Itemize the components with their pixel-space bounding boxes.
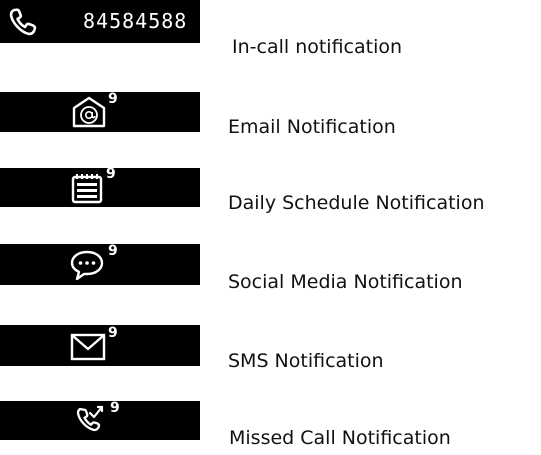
incall-screen: 84584588 [0, 0, 200, 43]
email-at-icon [71, 95, 107, 129]
notification-row-missed-call: 9 Missed Call Notification [0, 392, 541, 450]
calendar-icon [69, 171, 105, 205]
missed-call-icon [74, 403, 108, 435]
caption-social: Social Media Notification [228, 271, 463, 293]
notification-row-schedule: 9 Daily Schedule Notification [0, 159, 541, 217]
schedule-badge: 9 [106, 166, 116, 182]
social-screen: 9 [0, 244, 200, 285]
envelope-icon [70, 330, 106, 364]
missed-call-badge: 9 [110, 400, 120, 416]
social-badge: 9 [108, 243, 118, 259]
notification-row-incall: 84584588 In-call notification [0, 0, 541, 58]
schedule-screen: 9 [0, 166, 200, 207]
notification-row-social: 9 Social Media Notification [0, 236, 541, 294]
sms-screen: 9 [0, 325, 200, 366]
email-badge: 9 [108, 91, 118, 107]
notification-row-sms: 9 SMS Notification [0, 315, 541, 373]
sms-badge: 9 [108, 325, 118, 341]
caption-email: Email Notification [228, 116, 396, 138]
chat-bubble-icon [69, 248, 105, 282]
caption-sms: SMS Notification [228, 350, 384, 372]
notification-row-email: 9 Email Notification [0, 82, 541, 140]
phone-icon [8, 7, 38, 37]
email-screen: 9 [0, 92, 200, 132]
caption-missed-call: Missed Call Notification [229, 427, 451, 449]
caption-incall: In-call notification [232, 36, 403, 58]
call-number: 84584588 [83, 9, 188, 33]
caption-schedule: Daily Schedule Notification [228, 192, 485, 214]
missed-call-screen: 9 [0, 401, 200, 440]
